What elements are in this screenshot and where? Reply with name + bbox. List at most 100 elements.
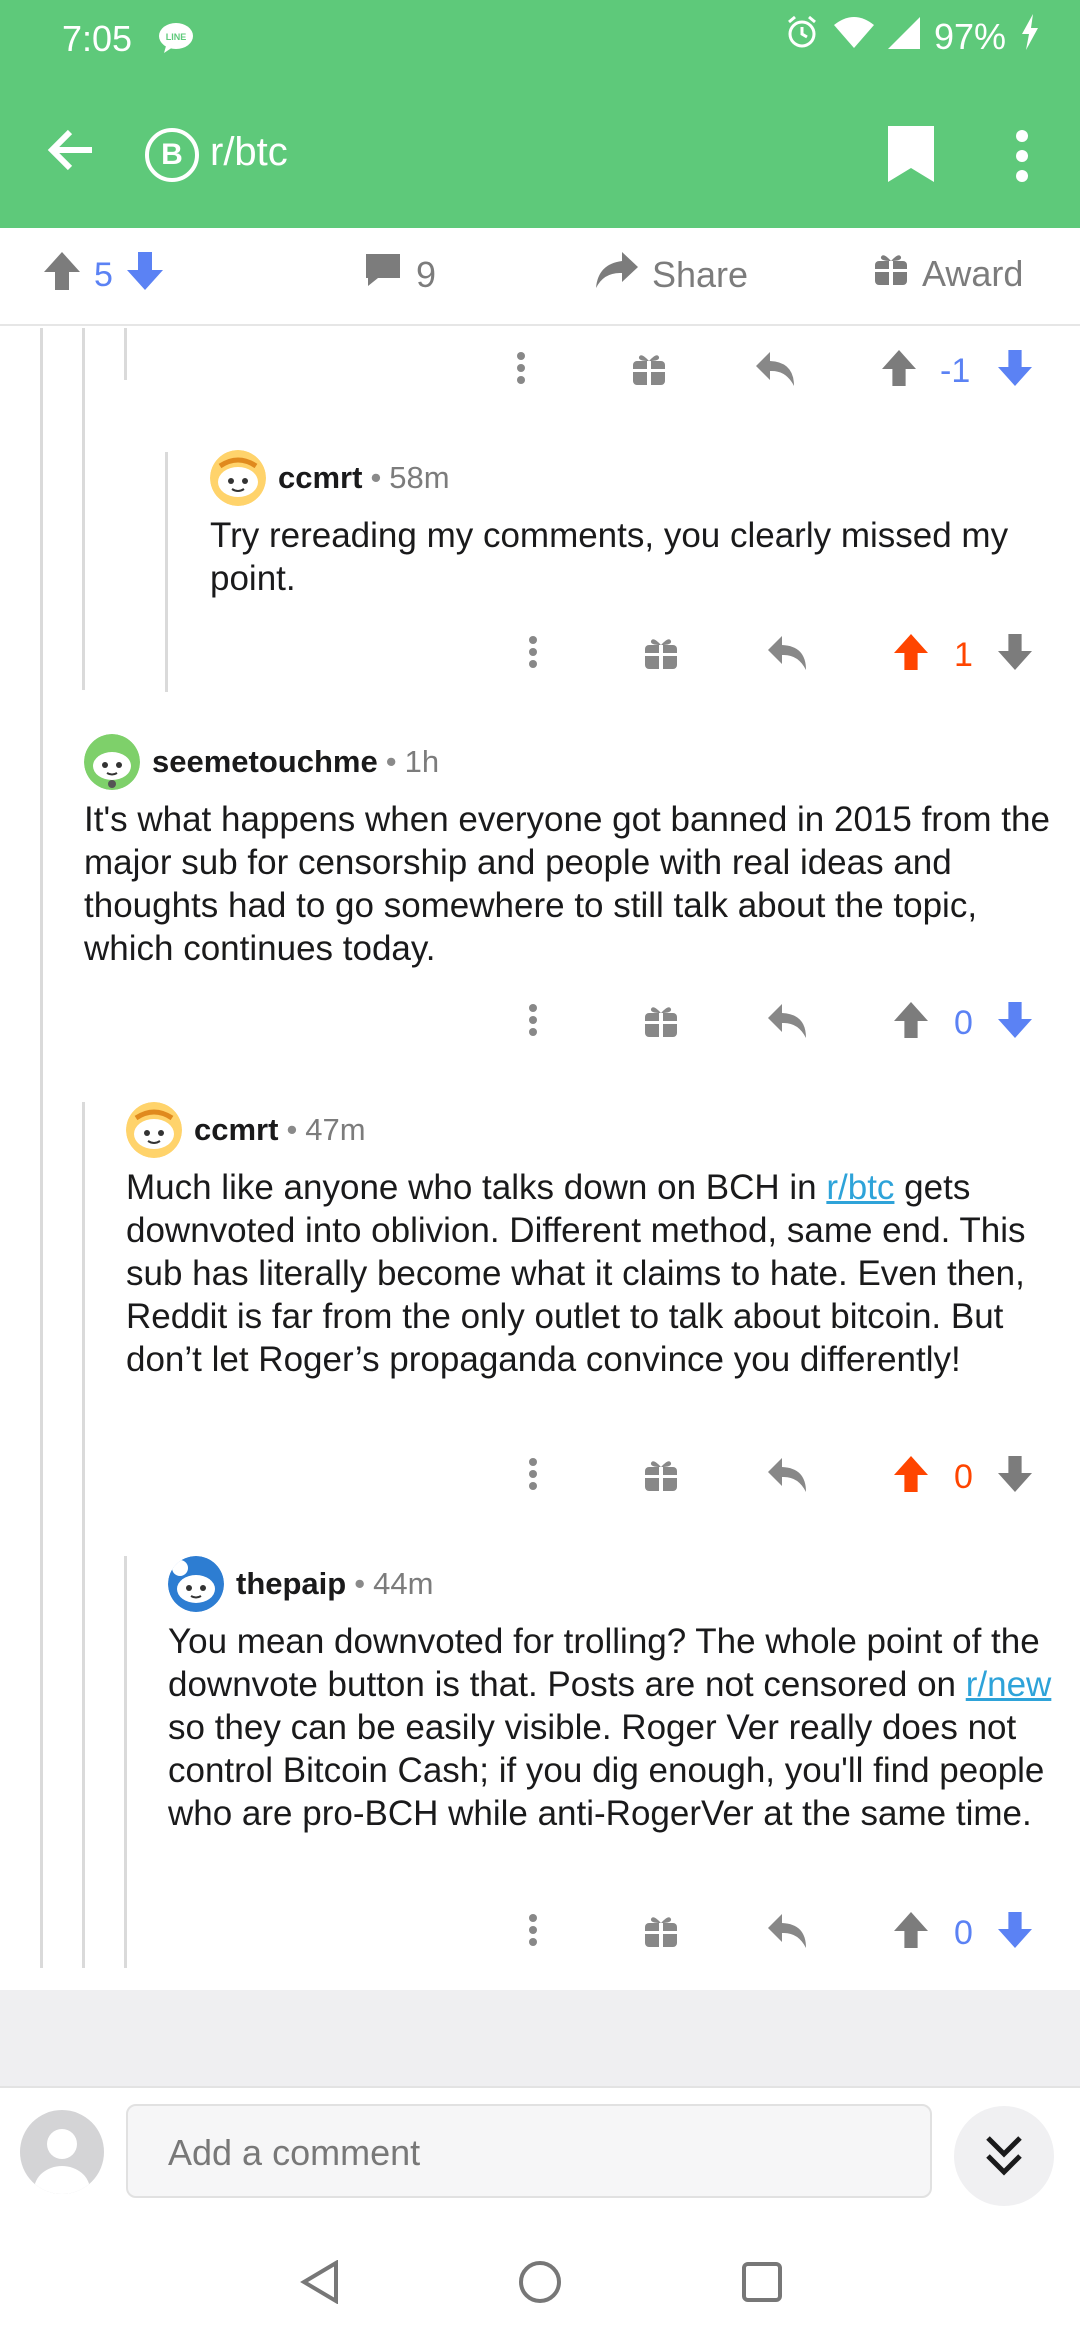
wifi-icon	[833, 16, 874, 58]
status-time: 7:05	[62, 18, 133, 59]
subreddit-title[interactable]: r/btc	[210, 130, 288, 175]
gift-icon[interactable]	[644, 636, 678, 675]
svg-text:LINE: LINE	[166, 32, 187, 42]
comment-text: You mean downvoted for trolling? The who…	[168, 1622, 1040, 1704]
comment-author[interactable]: thepaip	[236, 1566, 346, 1602]
downvote-icon[interactable]	[998, 1456, 1032, 1497]
vote-count: 0	[954, 1914, 973, 1952]
comment-more-icon[interactable]	[514, 348, 528, 398]
avatar[interactable]	[126, 1102, 182, 1158]
thread-end-spacer	[0, 1990, 1080, 2086]
comment: seemetouchme • 1h It's what happens when…	[84, 732, 1064, 970]
vote-count: 0	[954, 1458, 973, 1496]
system-nav-bar	[0, 2216, 1080, 2340]
gift-icon[interactable]	[644, 1458, 678, 1497]
comment-text: Much like anyone who talks down on BCH i…	[126, 1168, 827, 1207]
post-action-bar: 5 9 Share Award	[0, 228, 1080, 326]
reply-icon[interactable]	[768, 1004, 808, 1043]
comment-age: 58m	[389, 460, 450, 495]
comment-meta: seemetouchme • 1h	[84, 732, 1064, 792]
nav-back-icon[interactable]	[300, 2259, 340, 2309]
double-chevron-down-icon	[984, 2134, 1024, 2183]
comment-action-row: 0	[0, 1454, 1080, 1514]
alarm-icon	[784, 14, 820, 59]
award-button[interactable]: Award	[874, 252, 1023, 295]
upvote-icon[interactable]	[894, 1456, 928, 1497]
upvote-icon[interactable]	[894, 1912, 928, 1953]
vote-count: 0	[954, 1004, 973, 1042]
comment-author[interactable]: seemetouchme	[152, 744, 378, 780]
comment-action-row: 0	[0, 1910, 1080, 1970]
gift-icon[interactable]	[644, 1914, 678, 1953]
comment-icon	[364, 252, 402, 297]
nav-home-icon[interactable]	[518, 2260, 562, 2309]
nav-recents-icon[interactable]	[742, 2262, 782, 2307]
comment: ccmrt • 47m Much like anyone who talks d…	[126, 1100, 1066, 1381]
upvote-icon[interactable]	[894, 634, 928, 675]
meta-separator: •	[370, 460, 382, 495]
comment-meta: ccmrt • 58m	[210, 448, 1070, 508]
collapse-comments-button[interactable]	[954, 2106, 1054, 2206]
comment-author[interactable]: ccmrt	[278, 460, 362, 496]
downvote-icon[interactable]	[998, 350, 1032, 391]
meta-separator: •	[286, 1112, 298, 1147]
comment-composer: Add a comment	[0, 2086, 1080, 2216]
downvote-icon[interactable]	[998, 634, 1032, 675]
comment-meta: thepaip • 44m	[168, 1554, 1068, 1614]
comment-meta: ccmrt • 47m	[126, 1100, 1066, 1160]
upvote-icon[interactable]	[894, 1002, 928, 1043]
comment-author[interactable]: ccmrt	[194, 1112, 278, 1148]
comment: ccmrt • 58m Try rereading my comments, y…	[210, 448, 1070, 600]
vote-count: -1	[940, 352, 971, 390]
subreddit-icon[interactable]: B	[145, 128, 199, 182]
award-label: Award	[922, 252, 1024, 294]
user-avatar[interactable]	[20, 2110, 104, 2194]
post-vote: 5	[44, 252, 163, 299]
share-icon	[596, 252, 638, 297]
downvote-icon[interactable]	[998, 1002, 1032, 1043]
avatar[interactable]	[168, 1556, 224, 1612]
signal-icon	[887, 16, 920, 58]
gift-icon	[874, 252, 908, 295]
comment-more-icon[interactable]	[526, 1910, 540, 1955]
battery-percent: 97%	[933, 15, 1006, 57]
reply-icon[interactable]	[756, 352, 796, 391]
reply-icon[interactable]	[768, 636, 808, 675]
more-options-icon[interactable]	[1010, 128, 1034, 189]
downvote-icon[interactable]	[126, 252, 163, 299]
upvote-icon[interactable]	[44, 252, 80, 299]
subreddit-link[interactable]: r/btc	[826, 1168, 894, 1207]
back-arrow-icon[interactable]	[44, 124, 96, 181]
gift-icon[interactable]	[644, 1004, 678, 1043]
downvote-icon[interactable]	[998, 1912, 1032, 1953]
comment-more-icon[interactable]	[526, 632, 540, 677]
meta-separator: •	[385, 744, 397, 779]
subreddit-link[interactable]: r/new	[966, 1665, 1052, 1704]
gift-icon[interactable]	[632, 352, 666, 391]
comment-action-row: 1	[0, 632, 1080, 692]
comments-count-button[interactable]: 9	[364, 252, 436, 297]
add-comment-input[interactable]: Add a comment	[126, 2104, 932, 2198]
comment-more-icon[interactable]	[526, 1454, 540, 1499]
comment-body: Much like anyone who talks down on BCH i…	[126, 1166, 1066, 1381]
comment-age: 47m	[305, 1112, 366, 1147]
charging-icon	[1020, 14, 1040, 59]
reply-icon[interactable]	[768, 1914, 808, 1953]
comment-body: Try rereading my comments, you clearly m…	[210, 516, 1009, 598]
comments-count: 9	[416, 253, 437, 295]
share-button[interactable]: Share	[596, 252, 748, 297]
upvote-icon[interactable]	[882, 350, 916, 391]
share-label: Share	[652, 253, 749, 295]
line-app-icon: LINE	[158, 22, 194, 59]
comment-body: You mean downvoted for trolling? The who…	[168, 1620, 1068, 1835]
comment-age: 1h	[404, 744, 440, 779]
app-bar: B r/btc	[0, 80, 1080, 228]
comment-text: so they can be easily visible. Roger Ver…	[168, 1708, 1045, 1833]
avatar[interactable]	[210, 450, 266, 506]
comment-more-icon[interactable]	[526, 1000, 540, 1045]
comment: thepaip • 44m You mean downvoted for tro…	[168, 1554, 1068, 1835]
bookmark-icon[interactable]	[888, 126, 934, 187]
reply-icon[interactable]	[768, 1458, 808, 1497]
avatar[interactable]	[84, 734, 140, 790]
meta-separator: •	[354, 1566, 366, 1601]
